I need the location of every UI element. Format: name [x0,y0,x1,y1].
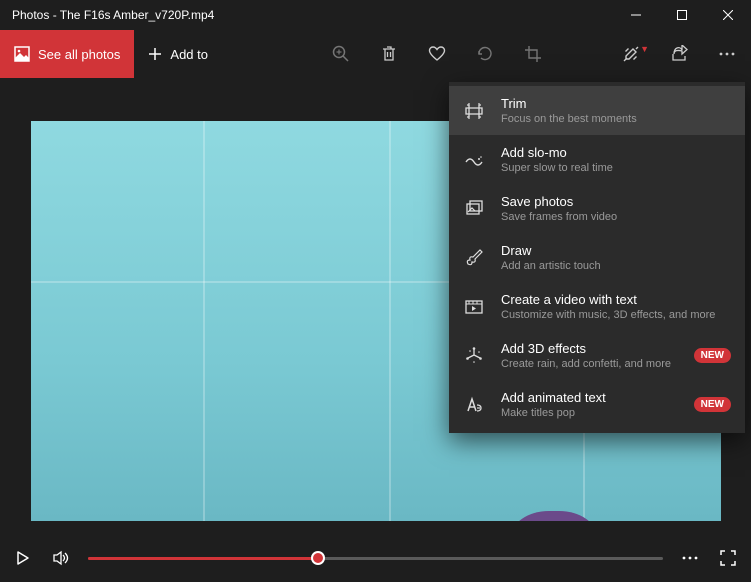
chevron-down-icon: ▼ [640,44,649,54]
volume-button[interactable] [50,547,72,569]
dropdown-item-save-photos[interactable]: Save photos Save frames from video [449,184,745,233]
toolbar: See all photos Add to ▼ [0,30,751,78]
edit-create-dropdown: Trim Focus on the best moments Add slo-mo… [449,82,745,433]
new-badge: NEW [694,348,731,363]
favorite-button[interactable] [413,30,461,78]
delete-button[interactable] [365,30,413,78]
dropdown-item-subtitle: Make titles pop [501,407,678,419]
share-button[interactable] [655,30,703,78]
heart-icon [428,45,446,63]
new-badge: NEW [694,397,731,412]
trim-icon [463,100,485,122]
edit-create-button[interactable]: ▼ [607,30,655,78]
dropdown-item-subtitle: Super slow to real time [501,162,731,174]
dropdown-item-slomo[interactable]: Add slo-mo Super slow to real time [449,135,745,184]
dropdown-item-subtitle: Add an artistic touch [501,260,731,272]
draw-icon [463,247,485,269]
more-icon [718,45,736,63]
see-all-photos-label: See all photos [38,47,120,62]
progress-thumb[interactable] [311,551,325,565]
dropdown-item-title: Add slo-mo [501,145,731,160]
window-title: Photos - The F16s Amber_v720P.mp4 [0,8,613,22]
window-controls [613,0,751,30]
toolbar-icons: ▼ [317,30,751,78]
close-button[interactable] [705,0,751,30]
dropdown-item-subtitle: Focus on the best moments [501,113,731,125]
dropdown-item-title: Add 3D effects [501,341,678,356]
trash-icon [380,45,398,63]
more-button[interactable] [703,30,751,78]
dropdown-item-animated-text[interactable]: Add animated text Make titles pop NEW [449,380,745,429]
dropdown-item-subtitle: Create rain, add confetti, and more [501,358,678,370]
dropdown-item-title: Draw [501,243,731,258]
dropdown-item-subtitle: Save frames from video [501,211,731,223]
gallery-icon [14,46,30,62]
progress-bar[interactable] [88,557,663,560]
edit-icon [622,45,640,63]
titlebar: Photos - The F16s Amber_v720P.mp4 [0,0,751,30]
zoom-icon [332,45,350,63]
add-to-label: Add to [170,47,208,62]
animated-text-icon [463,394,485,416]
dropdown-item-title: Add animated text [501,390,678,405]
see-all-photos-button[interactable]: See all photos [0,30,134,78]
dropdown-item-subtitle: Customize with music, 3D effects, and mo… [501,309,731,321]
maximize-button[interactable] [659,0,705,30]
dropdown-item-trim[interactable]: Trim Focus on the best moments [449,86,745,135]
zoom-button[interactable] [317,30,365,78]
rotate-button[interactable] [461,30,509,78]
play-button[interactable] [12,547,34,569]
player-more-button[interactable] [679,547,701,569]
crop-icon [524,45,542,63]
player-bar [0,534,751,582]
rotate-icon [476,45,494,63]
add-to-button[interactable]: Add to [134,30,222,78]
dropdown-item-create-video[interactable]: Create a video with text Customize with m… [449,282,745,331]
dropdown-item-title: Save photos [501,194,731,209]
progress-fill [88,557,318,560]
slomo-icon [463,149,485,171]
3d-effects-icon [463,345,485,367]
fullscreen-button[interactable] [717,547,739,569]
dropdown-item-draw[interactable]: Draw Add an artistic touch [449,233,745,282]
save-photos-icon [463,198,485,220]
share-icon [670,45,688,63]
dropdown-item-title: Create a video with text [501,292,731,307]
plus-icon [148,47,162,61]
dropdown-item-3d-effects[interactable]: Add 3D effects Create rain, add confetti,… [449,331,745,380]
crop-button[interactable] [509,30,557,78]
create-video-icon [463,296,485,318]
dropdown-item-title: Trim [501,96,731,111]
minimize-button[interactable] [613,0,659,30]
